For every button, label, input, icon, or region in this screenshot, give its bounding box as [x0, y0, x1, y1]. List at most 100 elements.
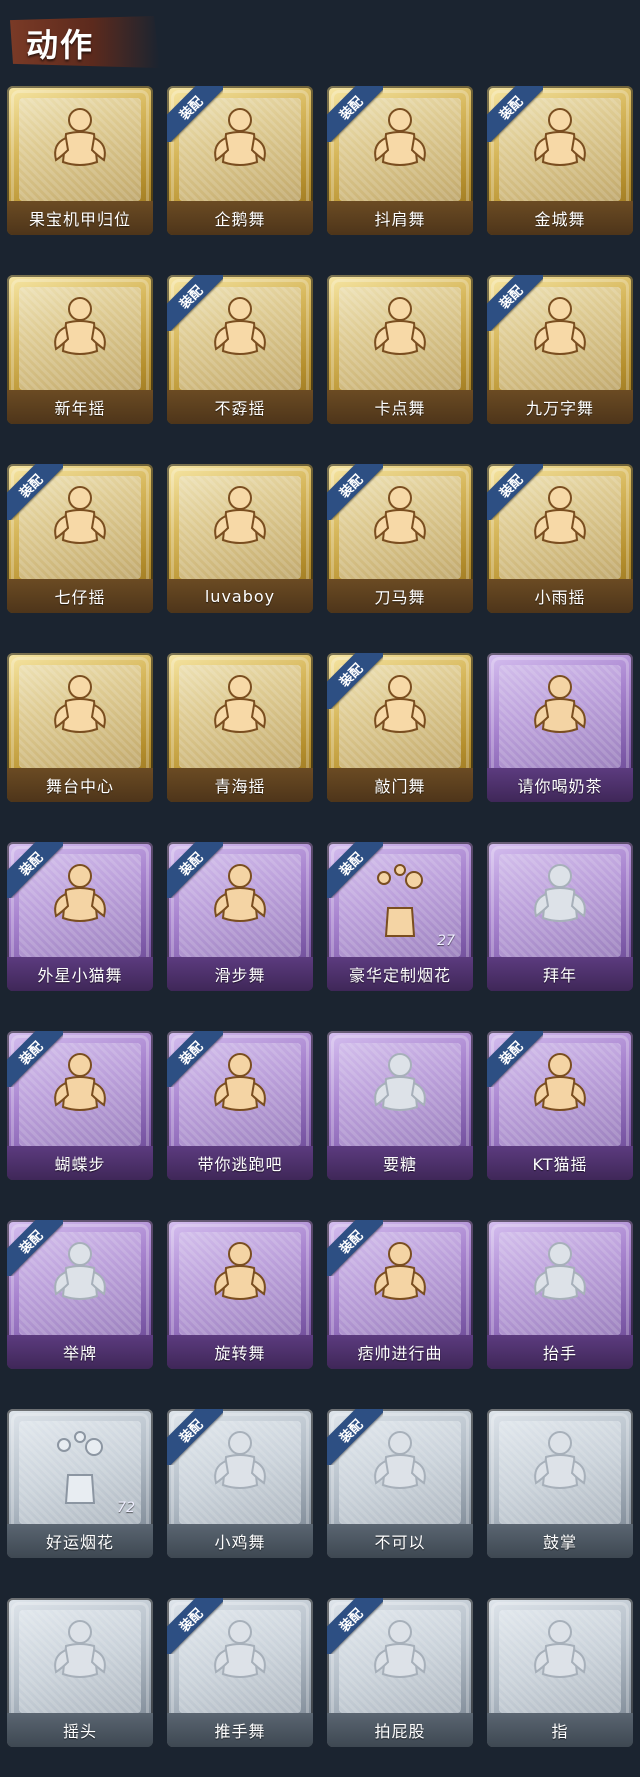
- card-label-bar: 不孬摇: [167, 390, 313, 424]
- card-label-bar: 举牌: [7, 1335, 153, 1369]
- emote-card[interactable]: 新年摇: [7, 275, 153, 424]
- emote-card[interactable]: 装配 拍屁股: [327, 1598, 473, 1747]
- emote-name: 带你逃跑吧: [197, 1155, 283, 1174]
- figure-icon: [522, 671, 598, 755]
- figure-icon: [42, 1616, 118, 1700]
- equipped-label: 装配: [16, 1227, 46, 1257]
- equipped-label: 装配: [336, 849, 366, 879]
- equipped-badge: 装配: [327, 86, 383, 142]
- emote-card[interactable]: luvaboy: [167, 464, 313, 613]
- equipped-label: 装配: [16, 471, 46, 501]
- equipped-badge: 装配: [327, 842, 383, 898]
- emote-card[interactable]: 装配金城舞: [487, 86, 633, 235]
- emote-card[interactable]: 装配敲门舞: [327, 653, 473, 802]
- emote-name: 新年摇: [54, 399, 106, 418]
- equipped-ribbon: 装配: [327, 1220, 383, 1276]
- emote-card[interactable]: 装配 痞帅进行曲: [327, 1220, 473, 1369]
- emote-card[interactable]: 装配不可以: [327, 1409, 473, 1558]
- equipped-ribbon: 装配: [327, 86, 383, 142]
- equipped-ribbon: 装配: [167, 86, 223, 142]
- emote-card[interactable]: 青海摇: [167, 653, 313, 802]
- emote-card[interactable]: 装配 小雨摇: [487, 464, 633, 613]
- emote-name: luvaboy: [204, 586, 276, 606]
- equipped-label: 装配: [496, 93, 526, 123]
- emote-name: 要糖: [382, 1155, 417, 1174]
- emote-card[interactable]: 装配 带你逃跑吧: [167, 1031, 313, 1180]
- emote-name: 不可以: [374, 1533, 426, 1552]
- emote-name: 敲门舞: [374, 777, 426, 796]
- card-label-bar: 好运烟花: [7, 1524, 153, 1558]
- emote-card[interactable]: 拜年: [487, 842, 633, 991]
- emote-name: 蝴蝶步: [54, 1155, 106, 1174]
- emote-card[interactable]: 27 装配 豪华定制烟花: [327, 842, 473, 991]
- emote-card[interactable]: 装配 外星小猫舞: [7, 842, 153, 991]
- emote-card[interactable]: 舞台中心: [7, 653, 153, 802]
- equipped-badge: 装配: [327, 464, 383, 520]
- card-label-bar: 请你喝奶茶: [487, 768, 633, 802]
- emote-card[interactable]: 装配企鹅舞: [167, 86, 313, 235]
- card-label-bar: 卡点舞: [327, 390, 473, 424]
- figure-icon: [42, 293, 118, 377]
- card-label-bar: 小鸡舞: [167, 1524, 313, 1558]
- equipped-label: 装配: [336, 1416, 366, 1446]
- equipped-ribbon: 装配: [487, 86, 543, 142]
- card-label-bar: 企鹅舞: [167, 201, 313, 235]
- emote-name: 拜年: [542, 966, 577, 985]
- emote-card[interactable]: 装配七仔摇: [7, 464, 153, 613]
- emote-name: 抬手: [542, 1344, 577, 1363]
- equipped-label: 装配: [336, 93, 366, 123]
- card-label-bar: 刀马舞: [327, 579, 473, 613]
- equipped-badge: 装配: [327, 1409, 383, 1465]
- emote-card[interactable]: 装配 KT猫摇: [487, 1031, 633, 1180]
- emote-card[interactable]: 卡点舞: [327, 275, 473, 424]
- equipped-ribbon: 装配: [487, 1031, 543, 1087]
- equipped-label: 装配: [496, 1038, 526, 1068]
- equipped-label: 装配: [176, 93, 206, 123]
- emote-card[interactable]: 装配 小鸡舞: [167, 1409, 313, 1558]
- emote-card[interactable]: 抬手: [487, 1220, 633, 1369]
- emote-name: 指: [551, 1722, 569, 1741]
- equipped-badge: 装配: [327, 653, 383, 709]
- emote-card[interactable]: 装配 滑步舞: [167, 842, 313, 991]
- emote-card[interactable]: 鼓掌: [487, 1409, 633, 1558]
- card-label-bar: 滑步舞: [167, 957, 313, 991]
- emote-card[interactable]: 装配 推手舞: [167, 1598, 313, 1747]
- emote-name: 滑步舞: [214, 966, 266, 985]
- emote-card[interactable]: 装配抖肩舞: [327, 86, 473, 235]
- emote-card[interactable]: 装配 不孬摇: [167, 275, 313, 424]
- emote-card[interactable]: 装配 刀马舞: [327, 464, 473, 613]
- emote-name: 请你喝奶茶: [517, 777, 603, 796]
- card-label-bar: 敲门舞: [327, 768, 473, 802]
- equipped-badge: 装配: [487, 464, 543, 520]
- emote-name: 抖肩舞: [374, 210, 426, 229]
- emote-card[interactable]: 装配 蝴蝶步: [7, 1031, 153, 1180]
- item-count: 27: [437, 933, 455, 949]
- equipped-badge: 装配: [7, 1220, 63, 1276]
- equipped-badge: 装配: [487, 1031, 543, 1087]
- figure-icon: [362, 293, 438, 377]
- emote-card[interactable]: 指: [487, 1598, 633, 1747]
- emote-card[interactable]: 果宝机甲归位: [7, 86, 153, 235]
- card-label-bar: 带你逃跑吧: [167, 1146, 313, 1180]
- emote-card[interactable]: 请你喝奶茶: [487, 653, 633, 802]
- card-label-bar: 蝴蝶步: [7, 1146, 153, 1180]
- emote-card[interactable]: 旋转舞: [167, 1220, 313, 1369]
- fireworks-icon: [42, 1427, 118, 1511]
- emote-card[interactable]: 72 好运烟花: [7, 1409, 153, 1558]
- equipped-ribbon: 装配: [327, 1409, 383, 1465]
- emote-card[interactable]: 装配举牌: [7, 1220, 153, 1369]
- equipped-badge: 装配: [327, 1220, 383, 1276]
- emote-card[interactable]: 要糖: [327, 1031, 473, 1180]
- card-label-bar: 金城舞: [487, 201, 633, 235]
- emote-name: 企鹅舞: [214, 210, 266, 229]
- emote-card[interactable]: 装配 九万字舞: [487, 275, 633, 424]
- section-title: 动作: [26, 26, 95, 64]
- emote-card[interactable]: 摇头: [7, 1598, 153, 1747]
- emote-name: 七仔摇: [54, 588, 106, 607]
- emote-name: 好运烟花: [45, 1533, 114, 1552]
- emote-name: 推手舞: [214, 1722, 266, 1741]
- card-label-bar: 七仔摇: [7, 579, 153, 613]
- equipped-ribbon: 装配: [327, 842, 383, 898]
- emote-name: 拍屁股: [374, 1722, 426, 1741]
- emote-name: 不孬摇: [214, 399, 266, 418]
